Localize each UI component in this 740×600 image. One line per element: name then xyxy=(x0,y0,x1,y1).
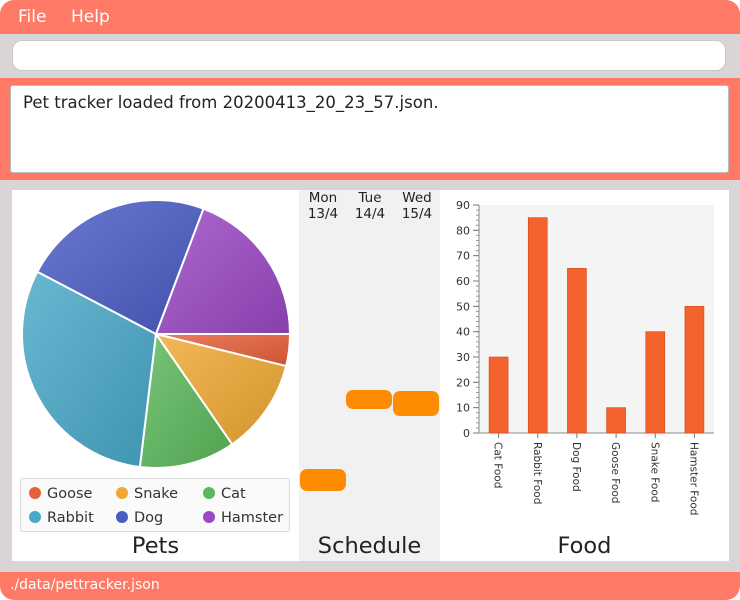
status-file-path: ./data/pettracker.json xyxy=(10,577,160,593)
legend-item-goose: Goose xyxy=(29,486,92,502)
x-tick-label: Dog Food xyxy=(570,442,582,492)
bar-snake-food xyxy=(645,331,666,434)
schedule-day-mon: Mon 13/4 xyxy=(300,190,346,222)
legend-dot-icon xyxy=(116,487,128,499)
x-tick-label: Rabbit Food xyxy=(531,442,543,504)
legend-label: Snake xyxy=(134,486,179,502)
schedule-day-wed: Wed 15/4 xyxy=(394,190,440,222)
legend-label: Cat xyxy=(221,486,246,502)
x-tick-label: Cat Food xyxy=(492,442,504,488)
result-display: Pet tracker loaded from 20200413_20_23_5… xyxy=(10,85,729,173)
legend-dot-icon xyxy=(29,487,41,499)
y-tick-label: 30 xyxy=(456,351,470,364)
x-tick-label: Hamster Food xyxy=(687,442,699,515)
day-name: Tue xyxy=(358,190,382,206)
schedule-event-mon[interactable] xyxy=(300,469,346,491)
bar-goose-food xyxy=(606,407,626,434)
schedule-event-wed[interactable] xyxy=(393,391,439,416)
y-tick-label: 0 xyxy=(463,427,470,440)
legend-item-dog: Dog xyxy=(116,510,163,526)
bar-dog-food xyxy=(567,268,587,434)
pets-legend: Goose Snake Cat Rabbit Dog Hamster xyxy=(20,478,290,532)
y-tick-label: 90 xyxy=(456,199,470,212)
menu-help[interactable]: Help xyxy=(71,7,110,27)
food-bar-chart: 0 10 20 30 40 50 60 70 80 90 Cat Food Rabbit Food Do… xyxy=(456,199,714,515)
menu-bar: File Help xyxy=(0,0,740,34)
legend-item-cat: Cat xyxy=(203,486,246,502)
pets-title: Pets xyxy=(131,533,180,559)
y-tick-label: 10 xyxy=(456,402,470,415)
pets-pie-chart xyxy=(21,199,292,469)
legend-dot-icon xyxy=(203,487,215,499)
legend-label: Hamster xyxy=(221,510,284,526)
y-tick-label: 20 xyxy=(456,376,470,389)
y-tick-label: 60 xyxy=(456,275,470,288)
legend-item-snake: Snake xyxy=(116,486,178,502)
status-bar: ./data/pettracker.json xyxy=(0,572,740,600)
day-date: 13/4 xyxy=(307,206,339,222)
legend-label: Dog xyxy=(134,510,164,526)
y-tick-label: 40 xyxy=(456,326,470,339)
day-name: Wed xyxy=(402,190,432,206)
day-date: 15/4 xyxy=(401,206,433,222)
x-tick-label: Snake Food xyxy=(648,442,660,502)
pets-panel: Goose Snake Cat Rabbit Dog Hamster Pets xyxy=(12,190,299,561)
y-tick-label: 70 xyxy=(456,250,470,263)
command-area xyxy=(0,34,740,78)
bar-hamster-food xyxy=(684,306,705,434)
food-panel: 0 10 20 30 40 50 60 70 80 90 Cat Food Rabbit Food Do… xyxy=(440,190,729,561)
y-tick-label: 80 xyxy=(456,224,470,237)
legend-item-hamster: Hamster xyxy=(203,510,283,526)
food-title: Food xyxy=(557,533,612,559)
bar-rabbit-food xyxy=(527,217,548,434)
schedule-day-tue: Tue 14/4 xyxy=(347,190,393,222)
legend-label: Rabbit xyxy=(47,510,94,526)
schedule-title: Schedule xyxy=(317,533,422,559)
legend-dot-icon xyxy=(203,511,215,523)
legend-dot-icon xyxy=(29,511,41,523)
x-tick-label: Goose Food xyxy=(609,442,621,503)
bar-cat-food xyxy=(488,356,509,434)
schedule-panel: Mon 13/4 Tue 14/4 Wed 15/4 Schedule xyxy=(299,190,440,561)
legend-label: Goose xyxy=(47,486,93,502)
command-input[interactable] xyxy=(12,40,726,71)
day-date: 14/4 xyxy=(354,206,386,222)
y-tick-label: 50 xyxy=(456,300,470,313)
legend-item-rabbit: Rabbit xyxy=(29,510,94,526)
day-name: Mon xyxy=(308,190,338,206)
legend-dot-icon xyxy=(116,511,128,523)
plot-background xyxy=(479,205,714,433)
menu-file[interactable]: File xyxy=(18,7,46,27)
schedule-event-tue[interactable] xyxy=(346,390,392,409)
result-area: Pet tracker loaded from 20200413_20_23_5… xyxy=(0,78,740,180)
